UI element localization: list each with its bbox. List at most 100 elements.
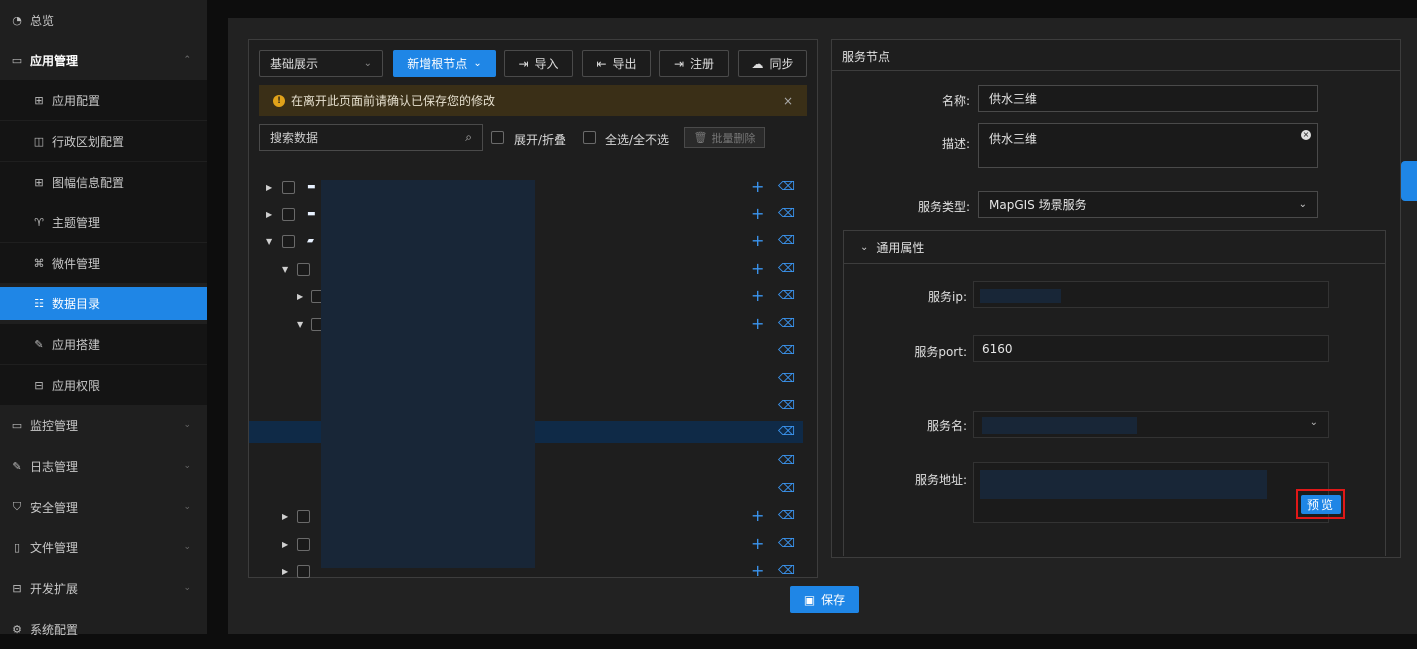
close-icon[interactable]: × bbox=[783, 94, 793, 108]
sidebar-item-theme[interactable]: ♈ 主题管理 bbox=[0, 202, 207, 242]
chevron-down-icon: ⌄ bbox=[363, 58, 372, 69]
add-icon[interactable]: + bbox=[751, 561, 764, 580]
trash-icon[interactable]: ⌫ bbox=[778, 316, 795, 330]
caret-right-icon[interactable]: ▶ bbox=[282, 567, 288, 576]
sidebar-item-region-config[interactable]: ◫ 行政区划配置 bbox=[0, 121, 207, 161]
service-address-label: 服务地址: bbox=[914, 473, 967, 487]
sidebar-item-log[interactable]: ✎ 日志管理 ⌄ bbox=[0, 446, 207, 486]
service-port-field[interactable]: 6160 bbox=[973, 335, 1329, 362]
trash-icon[interactable]: ⌫ bbox=[778, 536, 795, 550]
batch-delete-button[interactable]: 🗑 批量删除 bbox=[684, 127, 765, 148]
register-button[interactable]: ⇥ 注册 bbox=[659, 50, 729, 77]
add-icon[interactable]: + bbox=[751, 534, 764, 553]
service-type-select[interactable]: MapGIS 场景服务 ⌄ bbox=[978, 191, 1318, 218]
sidebar-item-overview[interactable]: ◔ 总览 bbox=[0, 0, 207, 40]
sidebar-item-monitor[interactable]: ▭ 监控管理 ⌄ bbox=[0, 405, 207, 445]
sidebar-item-widget[interactable]: ⌘ 微件管理 bbox=[0, 243, 207, 283]
caret-right-icon[interactable]: ▶ bbox=[266, 183, 272, 192]
shield-icon: ⛉ bbox=[12, 500, 22, 513]
sidebar-item-file[interactable]: ▯ 文件管理 ⌄ bbox=[0, 527, 207, 567]
trash-icon[interactable]: ⌫ bbox=[778, 371, 795, 385]
caret-right-icon[interactable]: ▶ bbox=[282, 512, 288, 521]
trash-icon[interactable]: ⌫ bbox=[778, 453, 795, 467]
row-checkbox[interactable] bbox=[297, 263, 310, 276]
trash-icon[interactable]: ⌫ bbox=[778, 424, 795, 438]
sidebar-item-app-permission[interactable]: ⊟ 应用权限 bbox=[0, 365, 207, 405]
add-icon[interactable]: + bbox=[751, 177, 764, 196]
trash-icon[interactable]: ⌫ bbox=[778, 288, 795, 302]
chevron-down-icon: ⌄ bbox=[183, 542, 191, 552]
row-checkbox[interactable] bbox=[282, 208, 295, 221]
sidebar-item-data-catalog[interactable]: ☷ 数据目录 bbox=[0, 287, 207, 320]
row-checkbox[interactable] bbox=[297, 565, 310, 578]
service-ip-field[interactable] bbox=[973, 281, 1329, 308]
add-icon[interactable]: + bbox=[751, 231, 764, 250]
sidebar-item-sheet-config[interactable]: ⊞ 图幅信息配置 bbox=[0, 162, 207, 202]
warning-icon: ! bbox=[273, 94, 285, 107]
caret-right-icon[interactable]: ▶ bbox=[266, 210, 272, 219]
settings-drawer-tab[interactable] bbox=[1401, 161, 1417, 201]
chevron-down-icon: ⌄ bbox=[860, 241, 869, 253]
redacted-service-address bbox=[980, 470, 1267, 499]
trash-icon[interactable]: ⌫ bbox=[778, 206, 795, 220]
trash-icon[interactable]: ⌫ bbox=[778, 343, 795, 357]
service-address-field[interactable] bbox=[973, 462, 1329, 523]
export-button[interactable]: ⇤ 导出 bbox=[582, 50, 651, 77]
caret-right-icon[interactable]: ▶ bbox=[282, 540, 288, 549]
sidebar-item-system[interactable]: ⚙ 系统配置 bbox=[0, 609, 207, 649]
add-icon[interactable]: + bbox=[751, 259, 764, 278]
service-name-select[interactable]: ⌄ bbox=[973, 411, 1329, 438]
trash-icon[interactable]: ⌫ bbox=[778, 398, 795, 412]
new-root-node-button[interactable]: 新增根节点 ⌄ bbox=[393, 50, 496, 77]
row-checkbox[interactable] bbox=[282, 235, 295, 248]
chevron-down-icon: ⌄ bbox=[183, 502, 191, 512]
select-all-label: 全选/全不选 bbox=[605, 133, 670, 147]
trash-icon[interactable]: ⌫ bbox=[778, 508, 795, 522]
sidebar-item-app-build[interactable]: ✎ 应用搭建 bbox=[0, 324, 207, 364]
common-properties-header[interactable]: ⌄ 通用属性 bbox=[844, 231, 1385, 264]
add-icon[interactable]: + bbox=[751, 204, 764, 223]
service-port-label: 服务port: bbox=[914, 345, 967, 359]
trash-icon[interactable]: ⌫ bbox=[778, 233, 795, 247]
trash-icon[interactable]: ⌫ bbox=[778, 261, 795, 275]
lock-icon: ⊟ bbox=[34, 378, 44, 392]
import-button[interactable]: ⇥ 导入 bbox=[504, 50, 573, 77]
add-icon[interactable]: + bbox=[751, 506, 764, 525]
trash-icon[interactable]: ⌫ bbox=[778, 481, 795, 495]
preview-button[interactable]: 预览 bbox=[1301, 495, 1341, 514]
trash-icon[interactable]: ⌫ bbox=[778, 563, 795, 577]
description-field[interactable]: 供水三维 × bbox=[978, 123, 1318, 168]
row-checkbox[interactable] bbox=[282, 181, 295, 194]
section-title: 服务节点 bbox=[842, 50, 891, 64]
expand-checkbox[interactable] bbox=[491, 131, 504, 144]
save-button[interactable]: ▣ 保存 bbox=[790, 586, 859, 613]
chevron-down-icon: ⌄ bbox=[183, 461, 191, 471]
search-icon[interactable]: ⌕ bbox=[465, 130, 472, 145]
caret-right-icon[interactable]: ▶ bbox=[297, 292, 303, 301]
service-ip-label: 服务ip: bbox=[928, 290, 967, 304]
add-icon[interactable]: + bbox=[751, 286, 764, 305]
clear-icon[interactable]: × bbox=[1301, 130, 1311, 140]
description-label: 描述: bbox=[941, 137, 970, 151]
sync-button[interactable]: ☁ 同步 bbox=[738, 50, 807, 77]
sidebar-item-app-management[interactable]: ▭ 应用管理 ⌃ bbox=[0, 40, 207, 80]
sidebar-item-app-config[interactable]: ⊞ 应用配置 bbox=[0, 80, 207, 120]
name-field[interactable]: 供水三维 bbox=[978, 85, 1318, 112]
sidebar: ◔ 总览 ▭ 应用管理 ⌃ ⊞ 应用配置 ◫ 行政区划配置 ⊞ 图幅信息配置 ♈ 主题管理 ⌘… bbox=[0, 0, 207, 637]
cloud-sync-icon: ☁ bbox=[751, 56, 764, 71]
caret-down-icon[interactable]: ▼ bbox=[297, 320, 303, 329]
caret-down-icon[interactable]: ▼ bbox=[282, 265, 288, 274]
chevron-down-icon: ⌄ bbox=[1298, 199, 1307, 210]
caret-down-icon[interactable]: ▼ bbox=[266, 237, 272, 246]
select-all-checkbox[interactable] bbox=[583, 131, 596, 144]
row-checkbox[interactable] bbox=[297, 538, 310, 551]
add-icon[interactable]: + bbox=[751, 314, 764, 333]
import-icon: ⇥ bbox=[518, 56, 529, 71]
row-checkbox[interactable] bbox=[297, 510, 310, 523]
view-select[interactable]: 基础展示 ⌄ bbox=[259, 50, 383, 77]
monitor-icon: ▭ bbox=[11, 53, 23, 67]
sidebar-item-security[interactable]: ⛉ 安全管理 ⌄ bbox=[0, 487, 207, 527]
trash-icon[interactable]: ⌫ bbox=[778, 179, 795, 193]
sidebar-item-dev[interactable]: ⊟ 开发扩展 ⌄ bbox=[0, 568, 207, 608]
search-input[interactable]: 搜索数据 ⌕ bbox=[259, 124, 483, 151]
